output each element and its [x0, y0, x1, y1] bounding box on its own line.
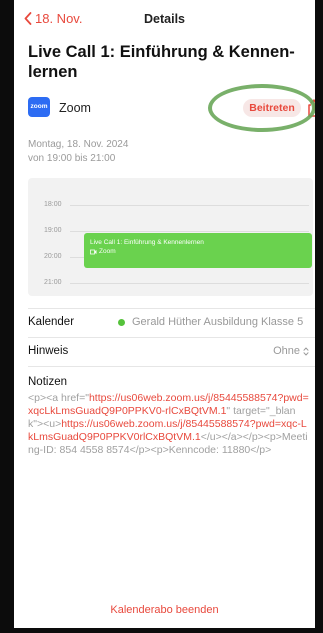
video-call-provider: Zoom [59, 101, 91, 115]
back-label: 18. Nov. [35, 11, 83, 26]
hour-label: 20:00 [44, 253, 62, 260]
hour-gridline [70, 205, 309, 206]
alert-value: Ohne [273, 345, 309, 357]
join-call-button[interactable]: Beitreten [243, 99, 301, 117]
calendar-color-dot [118, 318, 125, 326]
notes-text: <p><a href="https://us06web.zoom.us/j/85… [28, 392, 310, 457]
share-icon [308, 99, 315, 117]
hour-label: 19:00 [44, 227, 62, 234]
chevron-up-down-icon [303, 347, 309, 355]
alert-label: Hinweis [28, 345, 69, 357]
hour-gridline [70, 231, 309, 232]
calendar-value: Gerald Hüther Ausbildung Klasse 5 [118, 316, 303, 328]
event-date-block: Montag, 18. Nov. 2024 von 19:00 bis 21:0… [28, 138, 128, 166]
calendar-label: Kalender [28, 316, 75, 328]
calendar-event-title: Live Call 1: Einführung & Kennenlernen [90, 239, 204, 246]
device-frame-right [315, 0, 323, 633]
calendar-row[interactable]: Kalender Gerald Hüther Ausbildung Klasse… [28, 309, 315, 335]
alert-value-text: Ohne [273, 345, 300, 357]
notes-label: Notizen [28, 376, 67, 388]
device-frame-left [0, 0, 14, 633]
video-call-row: zoom Zoom Beitreten [28, 94, 315, 122]
zoom-logo-icon: zoom [28, 97, 50, 117]
hour-label: 18:00 [44, 201, 62, 208]
end-subscription-button[interactable]: Kalenderabo beenden [14, 604, 315, 616]
divider [28, 366, 315, 367]
calendar-name: Gerald Hüther Ausbildung Klasse 5 [132, 316, 304, 328]
event-date: Montag, 18. Nov. 2024 [28, 139, 129, 150]
event-details-screen: 18. Nov. Details Live Call 1: Einführung… [14, 0, 315, 628]
hour-gridline [70, 283, 309, 284]
chevron-left-icon [24, 12, 32, 25]
notes-text-part: <p><a href=" [28, 392, 89, 404]
event-time: von 19:00 bis 21:00 [28, 153, 116, 164]
event-title: Live Call 1: Einführung & Kennen-lernen [28, 43, 295, 81]
alert-row[interactable]: Hinweis Ohne [28, 338, 315, 364]
calendar-event-block[interactable]: Live Call 1: Einführung & Kennenlernen Z… [84, 233, 312, 268]
share-button[interactable] [306, 98, 315, 118]
device-frame-bottom [0, 628, 323, 633]
back-button[interactable]: 18. Nov. [24, 11, 82, 26]
calendar-event-location: Zoom [99, 248, 116, 255]
video-camera-icon [90, 249, 97, 254]
navigation-bar: 18. Nov. Details [14, 0, 315, 38]
mini-calendar: 18:00 19:00 20:00 21:00 Live Call 1: Ein… [28, 178, 313, 296]
hour-label: 21:00 [44, 279, 62, 286]
